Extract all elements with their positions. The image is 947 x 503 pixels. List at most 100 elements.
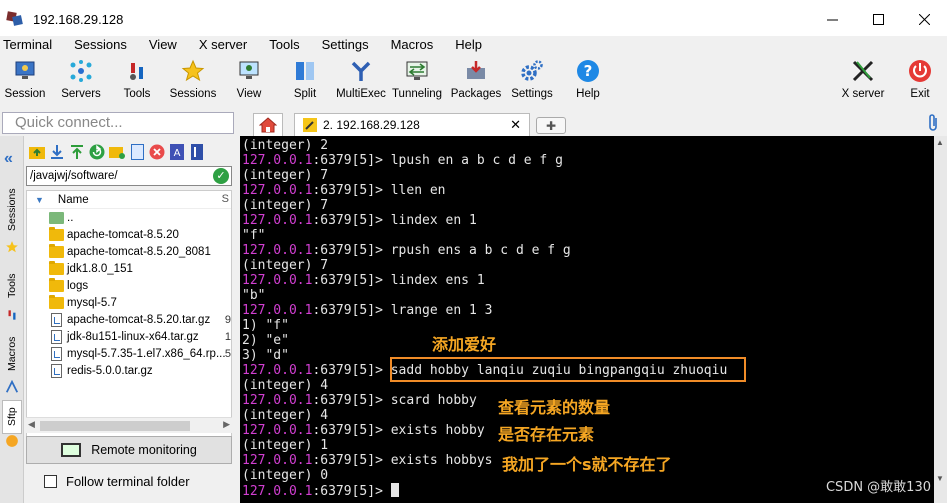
sftp-up-folder-button[interactable] <box>28 143 46 161</box>
tab-session-192-168-29-128[interactable]: 2. 192.168.29.128 ✕ <box>294 113 530 136</box>
sort-arrow-icon[interactable]: ▼ <box>35 195 44 205</box>
list-item[interactable]: apache-tomcat-8.5.20_8081 <box>27 243 231 260</box>
servers-tool-label: Servers <box>61 88 101 100</box>
sftp-new-folder-button[interactable] <box>108 143 126 161</box>
menu-terminal[interactable]: Terminal <box>0 36 55 54</box>
sftp-upload-button[interactable] <box>68 143 86 161</box>
session-tab-bar: 2. 192.168.29.128 ✕ ✚ <box>236 111 947 136</box>
close-button[interactable] <box>901 0 947 38</box>
tools-icon <box>130 63 143 80</box>
list-item[interactable]: jdk-8u151-linux-x64.tar.gz 1 <box>27 328 231 345</box>
prompt-host: 127.0.0.1 <box>242 213 313 228</box>
command-output: (integer) 0 <box>242 468 329 483</box>
checkmark-icon[interactable]: ✓ <box>213 168 229 184</box>
remote-monitoring-button[interactable]: Remote monitoring <box>26 436 232 464</box>
terminal-line: (integer) 7 <box>242 198 934 213</box>
x-server-tool-button[interactable]: X server <box>838 54 888 110</box>
command-output: (integer) 4 <box>242 378 329 393</box>
multiexec-icon <box>351 61 371 81</box>
list-item[interactable]: mysql-5.7.35-1.el7.x86_64.rp... 5 <box>27 345 231 362</box>
menu-view[interactable]: View <box>146 36 180 54</box>
packages-tool-button[interactable]: Packages <box>448 54 504 110</box>
session-tool-button[interactable]: Session <box>0 54 50 110</box>
view-tool-button[interactable]: View <box>224 54 274 110</box>
servers-tool-button[interactable]: Servers <box>50 54 112 110</box>
terminal-line: (integer) 2 <box>242 138 934 153</box>
scrollbar-thumb[interactable] <box>40 421 190 431</box>
sftp-new-file-button[interactable] <box>128 143 146 161</box>
annotation-add-hobby: 添加爱好 <box>432 335 497 354</box>
new-tab-button[interactable]: ✚ <box>536 117 566 134</box>
sftp-delete-button[interactable] <box>148 143 166 161</box>
minimize-button[interactable] <box>809 0 855 38</box>
side-tab-macros[interactable]: Macros <box>2 330 22 378</box>
column-name-header[interactable]: Name <box>58 194 89 206</box>
column-size-header[interactable]: S <box>222 193 229 205</box>
quick-connect-input[interactable]: Quick connect... <box>2 112 234 134</box>
menu-macros[interactable]: Macros <box>388 36 437 54</box>
split-tool-button[interactable]: Split <box>274 54 336 110</box>
scroll-left-icon[interactable]: ◀ <box>28 419 35 430</box>
side-tab-sftp[interactable]: Sftp <box>2 400 22 434</box>
sftp-download-button[interactable] <box>48 143 66 161</box>
sftp-text-button[interactable] <box>188 143 206 161</box>
sftp-path-input[interactable]: /javajwj/software/ ✓ <box>26 166 232 186</box>
menu-help[interactable]: Help <box>452 36 485 54</box>
tools-tool-label: Tools <box>123 88 151 100</box>
home-tab[interactable] <box>253 113 283 136</box>
side-tab-tools[interactable]: Tools <box>2 266 22 306</box>
parent-folder-icon <box>49 211 64 224</box>
close-tab-icon[interactable]: ✕ <box>510 117 521 133</box>
list-item[interactable]: apache-tomcat-8.5.20 <box>27 226 231 243</box>
star-icon <box>181 59 205 82</box>
terminal-line: "f" <box>242 228 934 243</box>
side-tab-sessions[interactable]: Sessions <box>2 182 22 238</box>
menu-tools[interactable]: Tools <box>266 36 302 54</box>
help-tool-button[interactable]: ? Help <box>560 54 616 110</box>
command-output: 3) "d" <box>242 348 289 363</box>
settings-tool-label: Settings <box>511 88 553 100</box>
menu-settings[interactable]: Settings <box>319 36 372 54</box>
prompt-command: :6379[5]> llen en <box>312 183 446 198</box>
item-name: mysql-5.7.35-1.el7.x86_64.rp... <box>67 347 226 360</box>
list-item[interactable]: apache-tomcat-8.5.20.tar.gz 9 <box>27 311 231 328</box>
collapse-chevron-icon[interactable]: « <box>4 150 13 168</box>
settings-tool-button[interactable]: Settings <box>504 54 560 110</box>
menu-sessions[interactable]: Sessions <box>71 36 130 54</box>
prompt-host: 127.0.0.1 <box>242 484 313 499</box>
prompt-command: :6379[5]> lrange en 1 3 <box>312 303 493 318</box>
tunneling-tool-label: Tunneling <box>391 88 443 100</box>
list-item[interactable]: redis-5.0.0.tar.gz <box>27 362 231 379</box>
paperclip-icon[interactable] <box>925 113 941 133</box>
item-name: apache-tomcat-8.5.20_8081 <box>67 245 211 258</box>
terminal-line: "b" <box>242 288 934 303</box>
delete-icon <box>149 144 165 160</box>
checkbox-box[interactable] <box>44 475 57 488</box>
list-item[interactable]: jdk1.8.0_151 <box>27 260 231 277</box>
servers-icon <box>70 60 92 82</box>
session-tab-label: 2. 192.168.29.128 <box>323 118 420 132</box>
sftp-refresh-button[interactable] <box>88 143 106 161</box>
sftp-horizontal-scrollbar[interactable]: ◀ ▶ <box>26 417 232 433</box>
scroll-right-icon[interactable]: ▶ <box>223 419 230 430</box>
terminal-line: 127.0.0.1:6379[5]> rpush ens a b c d e f… <box>242 243 934 258</box>
terminal-vertical-scrollbar[interactable]: ▲ ▼ <box>934 136 947 503</box>
tools-side-icon <box>8 310 16 320</box>
command-output: (integer) 7 <box>242 198 329 213</box>
maximize-button[interactable] <box>855 0 901 38</box>
list-item[interactable]: logs <box>27 277 231 294</box>
list-item[interactable]: mysql-5.7 <box>27 294 231 311</box>
exit-tool-button[interactable]: Exit <box>898 54 942 110</box>
menu-x-server[interactable]: X server <box>196 36 250 54</box>
tunneling-tool-button[interactable]: Tunneling <box>386 54 448 110</box>
multiexec-tool-button[interactable]: MultiExec <box>336 54 386 110</box>
sessions-tool-button[interactable]: Sessions <box>162 54 224 110</box>
tools-tool-button[interactable]: Tools <box>112 54 162 110</box>
terminal-output[interactable]: (integer) 2 127.0.0.1:6379[5]> lpush en a… <box>240 136 934 503</box>
scroll-down-icon[interactable]: ▼ <box>936 474 944 483</box>
scroll-up-icon[interactable]: ▲ <box>936 138 944 147</box>
follow-terminal-folder-checkbox[interactable]: Follow terminal folder <box>44 474 190 489</box>
list-item[interactable]: .. <box>27 209 231 226</box>
prompt-command: :6379[5]> lindex ens 1 <box>312 273 485 288</box>
sftp-rename-button[interactable]: A <box>168 143 186 161</box>
